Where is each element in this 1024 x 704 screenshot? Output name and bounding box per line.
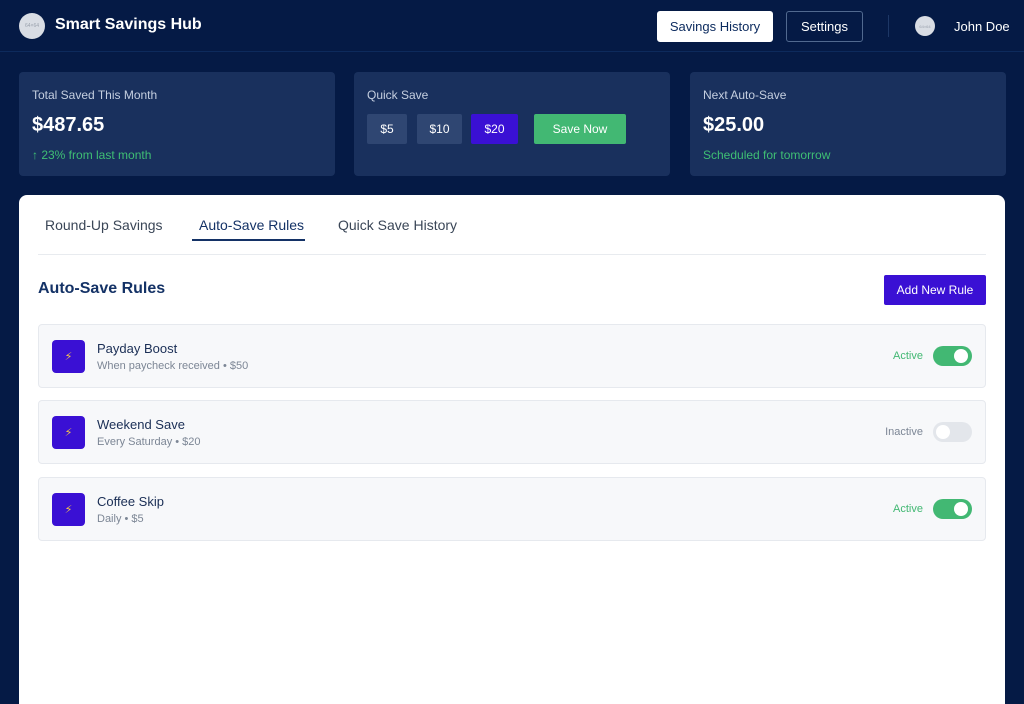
toggle-knob <box>954 349 968 363</box>
logo-placeholder-icon: 64×64 <box>19 13 45 39</box>
tab-auto-save-rules[interactable]: Auto-Save Rules <box>199 217 304 233</box>
lightning-icon: ⚡ <box>52 416 85 449</box>
quick-save-20-button[interactable]: $20 <box>471 114 518 144</box>
rule-card-coffee-skip[interactable]: ⚡ Coffee Skip Daily • $5 Active <box>38 477 986 541</box>
rule-status: Active <box>893 503 923 515</box>
lightning-icon: ⚡ <box>52 493 85 526</box>
rule-toggle[interactable] <box>933 422 972 442</box>
active-tab-indicator <box>192 239 305 241</box>
user-avatar[interactable]: 64×64 <box>915 16 935 36</box>
rule-description: Every Saturday • $20 <box>97 436 201 448</box>
rule-card-payday-boost[interactable]: ⚡ Payday Boost When paycheck received • … <box>38 324 986 388</box>
quick-save-card: Quick Save $5 $10 $20 Save Now <box>354 72 670 176</box>
settings-button[interactable]: Settings <box>786 11 863 42</box>
header-divider <box>888 15 889 37</box>
add-new-rule-button[interactable]: Add New Rule <box>884 275 986 305</box>
quick-save-5-button[interactable]: $5 <box>367 114 407 144</box>
top-header: 64×64 Smart Savings Hub Savings History … <box>0 0 1024 52</box>
rule-status: Active <box>893 350 923 362</box>
toggle-knob <box>954 502 968 516</box>
toggle-knob <box>936 425 950 439</box>
app-title: Smart Savings Hub <box>55 16 202 33</box>
next-auto-save-label: Next Auto-Save <box>703 88 787 102</box>
total-saved-label: Total Saved This Month <box>32 88 158 102</box>
total-saved-change: ↑ 23% from last month <box>32 148 152 162</box>
next-auto-save-card: Next Auto-Save $25.00 Scheduled for tomo… <box>690 72 1006 176</box>
rule-card-weekend-save[interactable]: ⚡ Weekend Save Every Saturday • $20 Inac… <box>38 400 986 464</box>
rule-status: Inactive <box>885 426 923 438</box>
main-panel: Round-Up Savings Auto-Save Rules Quick S… <box>19 195 1005 704</box>
quick-save-label: Quick Save <box>367 88 429 102</box>
rule-name: Coffee Skip <box>97 494 164 509</box>
next-auto-save-schedule: Scheduled for tomorrow <box>703 148 831 162</box>
rule-name: Payday Boost <box>97 341 178 356</box>
rule-description: Daily • $5 <box>97 513 144 525</box>
savings-history-button[interactable]: Savings History <box>657 11 773 42</box>
save-now-button[interactable]: Save Now <box>534 114 626 144</box>
tab-quick-save-history[interactable]: Quick Save History <box>338 217 457 233</box>
rule-description: When paycheck received • $50 <box>97 360 249 372</box>
section-title: Auto-Save Rules <box>38 280 166 297</box>
total-saved-card: Total Saved This Month $487.65 ↑ 23% fro… <box>19 72 335 176</box>
user-name[interactable]: John Doe <box>954 19 1010 34</box>
rule-toggle[interactable] <box>933 499 972 519</box>
rule-toggle[interactable] <box>933 346 972 366</box>
tabs-divider <box>38 254 986 255</box>
rule-name: Weekend Save <box>97 417 185 432</box>
next-auto-save-value: $25.00 <box>703 114 765 136</box>
tab-round-up-savings[interactable]: Round-Up Savings <box>45 217 163 233</box>
total-saved-value: $487.65 <box>32 114 105 136</box>
quick-save-10-button[interactable]: $10 <box>417 114 462 144</box>
lightning-icon: ⚡ <box>52 340 85 373</box>
